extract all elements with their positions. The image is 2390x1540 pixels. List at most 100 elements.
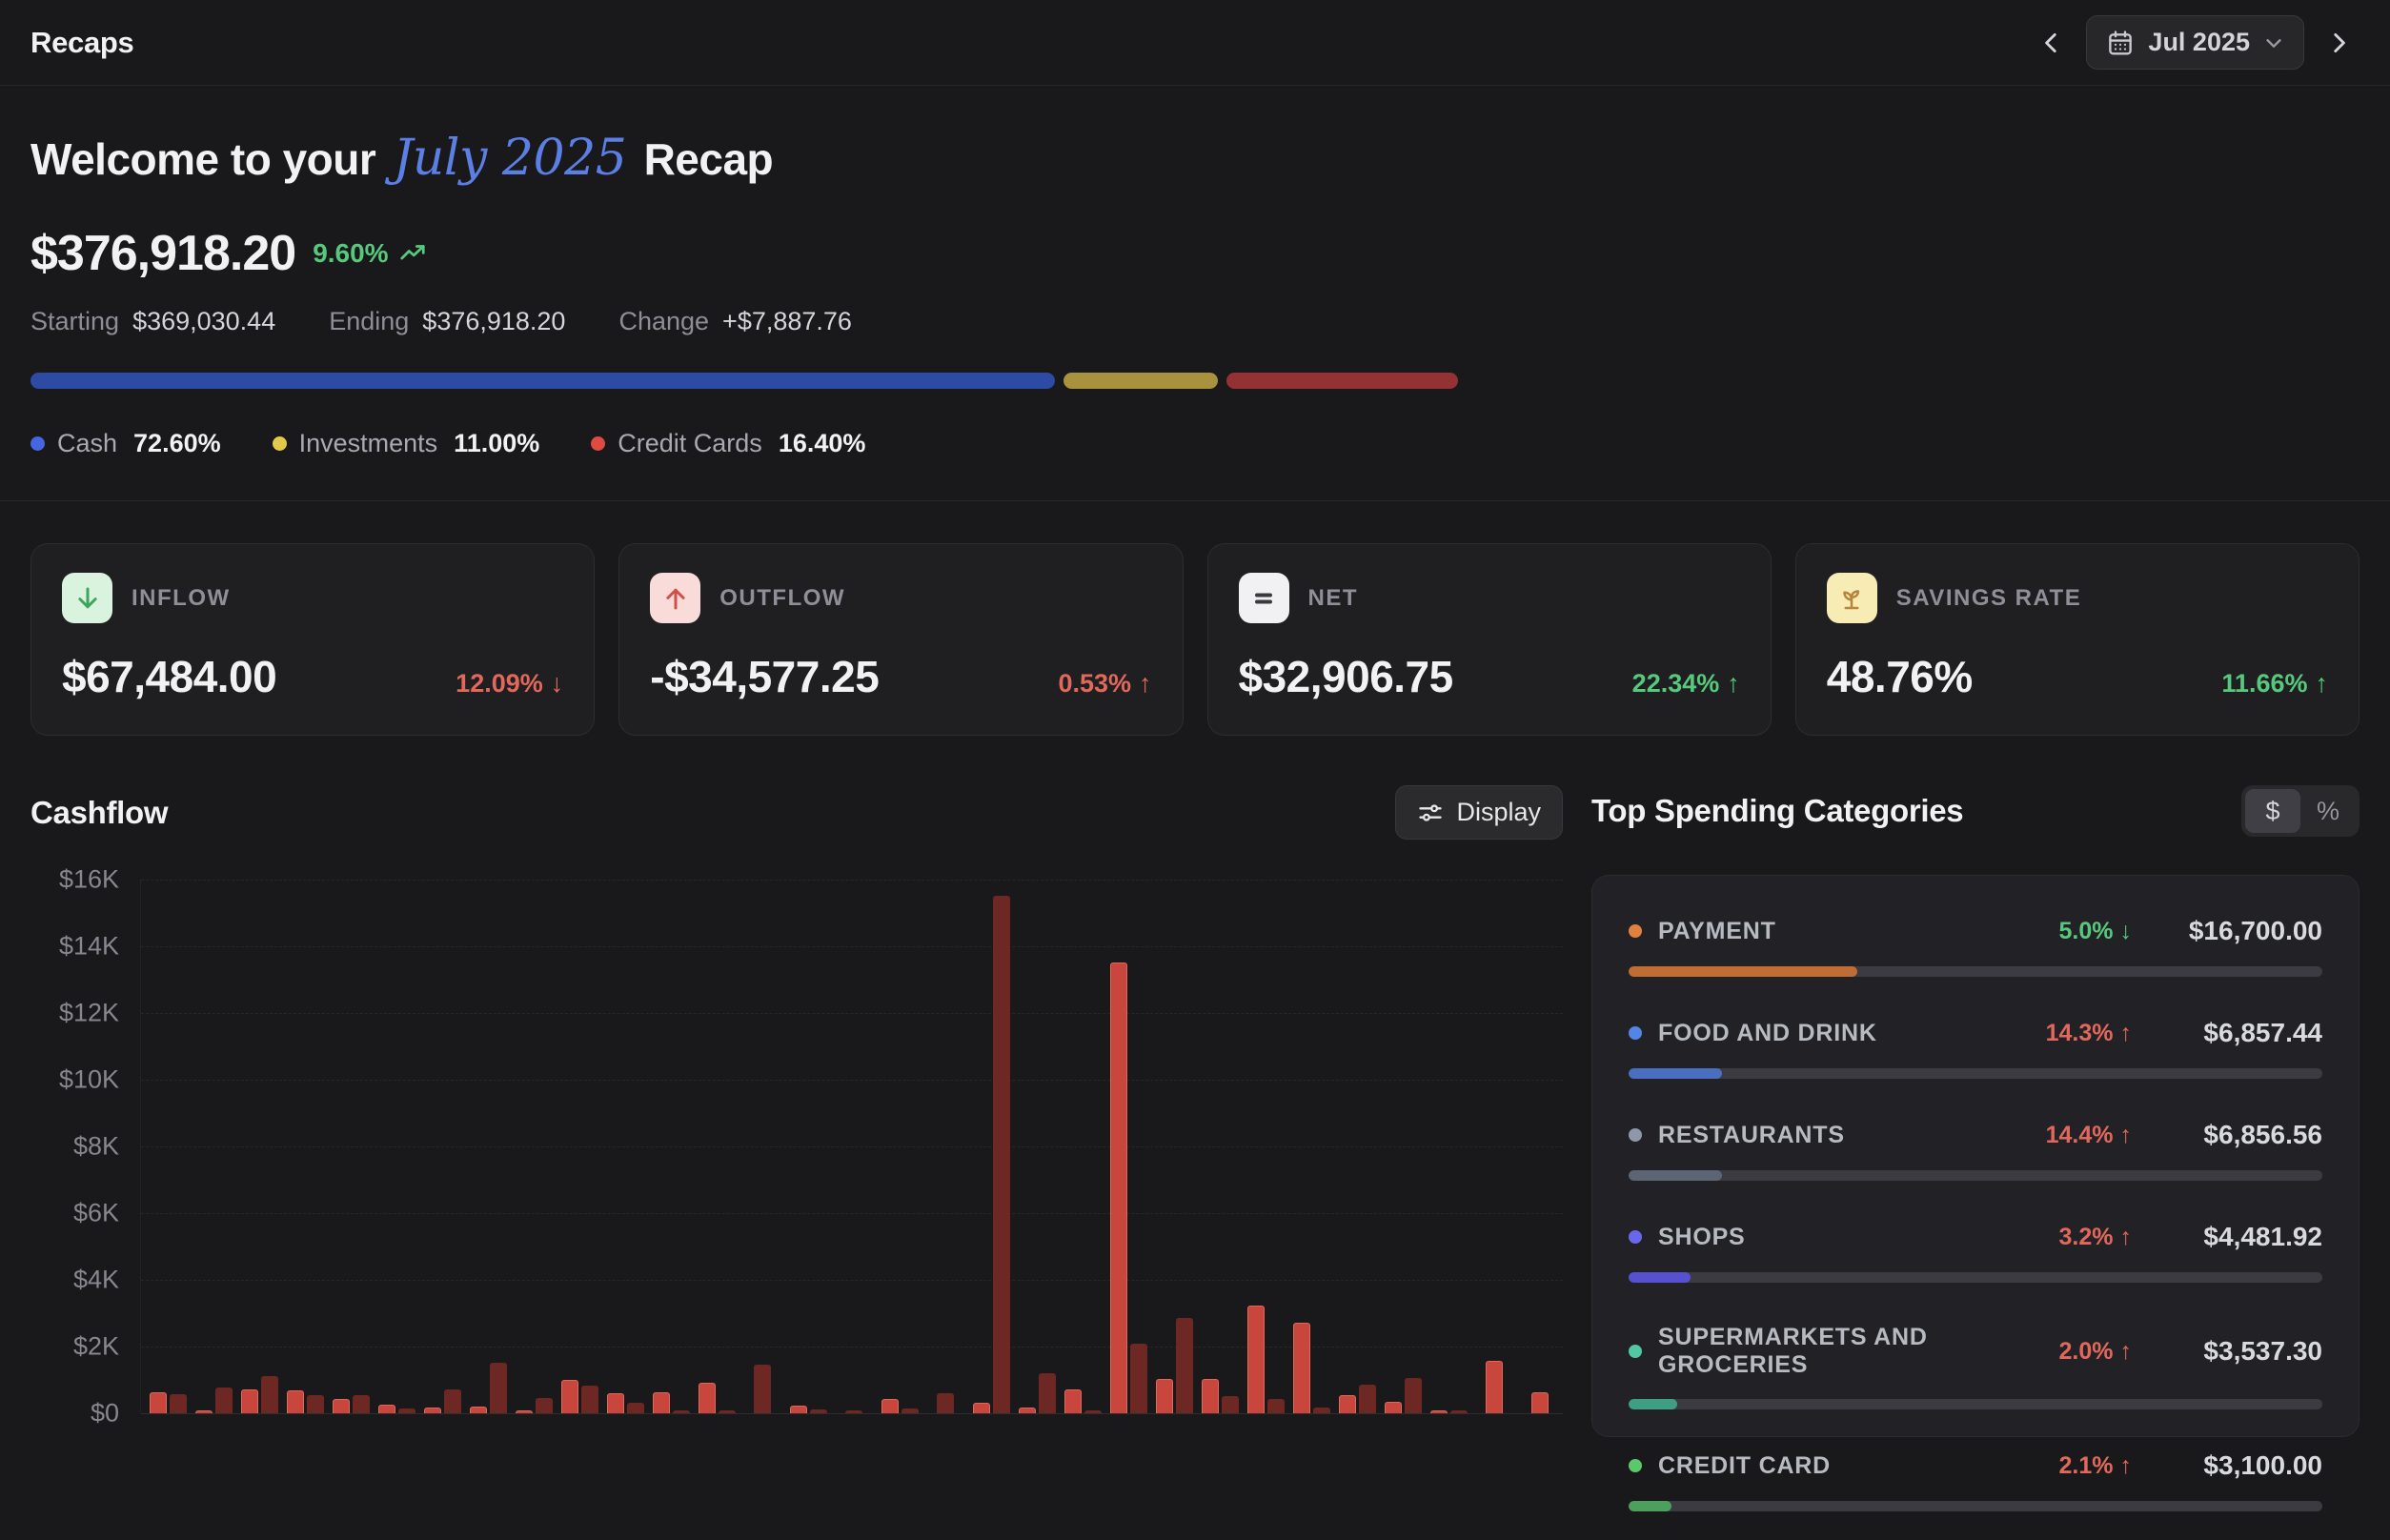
- category-dot-icon: [1629, 1230, 1642, 1244]
- welcome-suffix: Recap: [644, 134, 774, 184]
- y-axis-tick-label: $4K: [31, 1266, 119, 1295]
- category-row-header: RESTAURANTS14.4%↑$6,856.56: [1629, 1120, 2322, 1150]
- allocation-legend-item: Investments11.00%: [273, 429, 540, 458]
- display-options-button[interactable]: Display: [1395, 785, 1563, 840]
- category-progress-track: [1629, 966, 2322, 977]
- networth-substats: Starting $369,030.44 Ending $376,918.20 …: [30, 307, 2360, 336]
- y-axis-tick-label: $14K: [31, 932, 119, 962]
- bar-group-day-25: [1243, 880, 1288, 1413]
- category-progress-track: [1629, 1272, 2322, 1283]
- previous-bar: [307, 1395, 324, 1413]
- category-row: FOOD AND DRINK14.3%↑$6,857.44: [1629, 1018, 2322, 1079]
- bar-group-day-19: [968, 880, 1014, 1413]
- stat-card-label: INFLOW: [132, 585, 231, 612]
- stat-card-change: 22.34%↑: [1632, 669, 1740, 699]
- allocation-segment: [30, 373, 1055, 389]
- category-change-pct: 5.0%: [2059, 918, 2114, 945]
- bar-group-day-12: [648, 880, 694, 1413]
- trending-up-icon: [398, 239, 427, 268]
- bar-group-day-13: [694, 880, 739, 1413]
- previous-bar: [1267, 1399, 1285, 1413]
- previous-bar: [627, 1403, 644, 1413]
- bar-groups: [145, 880, 1563, 1413]
- category-amount: $3,537.30: [2151, 1336, 2322, 1367]
- category-row: PAYMENT5.0%↓$16,700.00: [1629, 916, 2322, 977]
- bar-group-day-11: [602, 880, 648, 1413]
- bar-group-day-6: [374, 880, 419, 1413]
- y-axis-tick-label: $6K: [31, 1199, 119, 1228]
- stat-card: INFLOW $67,484.0012.09%↓: [30, 543, 595, 736]
- arrow-down-icon: [62, 573, 112, 623]
- current-bar: [378, 1405, 395, 1413]
- chevron-down-icon: [2263, 32, 2284, 53]
- current-bar: [1247, 1306, 1265, 1413]
- arrow-up-icon: ↑: [1727, 669, 1740, 699]
- previous-bar: [1222, 1396, 1239, 1413]
- legend-dot-icon: [273, 436, 287, 451]
- current-bar: [607, 1393, 624, 1413]
- current-bar: [1486, 1361, 1503, 1413]
- stat-card-change: 0.53%↑: [1058, 669, 1151, 699]
- y-axis-tick-label: $2K: [31, 1332, 119, 1362]
- arrow-down-icon: ↓: [551, 669, 564, 699]
- current-bar: [1019, 1408, 1036, 1413]
- legend-pct: 16.40%: [779, 429, 866, 458]
- percent-toggle-button[interactable]: %: [2300, 789, 2356, 833]
- category-row: SUPERMARKETS AND GROCERIES2.0%↑ $3,537.30: [1629, 1324, 2322, 1409]
- current-bar: [333, 1399, 350, 1413]
- stat-card-bottom: 48.76%11.66%↑: [1827, 651, 2328, 702]
- bar-group-day-3: [236, 880, 282, 1413]
- stat-card: NET$32,906.7522.34%↑: [1207, 543, 1772, 736]
- bar-group-day-20: [1014, 880, 1060, 1413]
- dollar-toggle-button[interactable]: $: [2245, 789, 2300, 833]
- category-change: 5.0%↓: [2059, 918, 2132, 945]
- cashflow-chart: $16K$14K$12K$10K$8K$6K$4K$2K$0: [30, 880, 1563, 1429]
- previous-bar: [1176, 1318, 1193, 1413]
- previous-bar: [901, 1408, 919, 1413]
- period-label: Jul 2025: [2148, 28, 2250, 57]
- category-progress-track: [1629, 1068, 2322, 1079]
- bar-group-day-8: [465, 880, 511, 1413]
- stat-card-bottom: $67,484.0012.09%↓: [62, 651, 563, 702]
- bar-group-day-18: [922, 880, 968, 1413]
- ending-value: $376,918.20: [422, 307, 565, 336]
- category-dot-icon: [1629, 1459, 1642, 1472]
- category-progress-fill: [1629, 1272, 1691, 1283]
- bar-group-day-29: [1426, 880, 1471, 1413]
- current-bar: [1293, 1323, 1310, 1413]
- current-bar: [653, 1392, 670, 1413]
- starting-stat: Starting $369,030.44: [30, 307, 275, 336]
- previous-bar: [719, 1410, 736, 1413]
- previous-bar: [754, 1365, 771, 1413]
- category-change-pct: 2.0%: [2059, 1338, 2114, 1366]
- previous-period-button[interactable]: [2031, 22, 2073, 64]
- change-label: Change: [618, 307, 709, 336]
- topbar: Recaps Jul 2025: [0, 0, 2390, 86]
- bar-group-day-2: [191, 880, 236, 1413]
- current-bar: [699, 1383, 716, 1413]
- page-title: Recaps: [30, 26, 134, 60]
- current-bar: [1202, 1379, 1219, 1413]
- category-name: RESTAURANTS: [1658, 1122, 2046, 1149]
- arrow-up-icon: ↑: [2120, 1338, 2133, 1366]
- next-period-button[interactable]: [2318, 22, 2360, 64]
- category-row: CREDIT CARD2.1%↑$3,100.00: [1629, 1450, 2322, 1511]
- previous-bar: [353, 1395, 370, 1413]
- stat-card-label: NET: [1308, 585, 1359, 612]
- networth-change: 9.60%: [313, 238, 426, 269]
- category-amount: $6,856.56: [2151, 1120, 2322, 1150]
- current-bar: [1156, 1379, 1173, 1413]
- category-dot-icon: [1629, 1026, 1642, 1040]
- bar-group-day-4: [282, 880, 328, 1413]
- stat-card: OUTFLOW-$34,577.250.53%↑: [618, 543, 1183, 736]
- previous-bar: [170, 1394, 187, 1413]
- legend-dot-icon: [30, 436, 45, 451]
- category-row-header: FOOD AND DRINK14.3%↑$6,857.44: [1629, 1018, 2322, 1048]
- period-selector-button[interactable]: Jul 2025: [2086, 15, 2304, 70]
- previous-bar: [1405, 1378, 1422, 1413]
- bar-group-day-9: [511, 880, 557, 1413]
- category-change: 2.0%↑: [2059, 1338, 2132, 1366]
- arrow-up-icon: ↑: [2120, 1122, 2133, 1149]
- category-name: SUPERMARKETS AND GROCERIES: [1658, 1324, 2059, 1379]
- legend-dot-icon: [591, 436, 605, 451]
